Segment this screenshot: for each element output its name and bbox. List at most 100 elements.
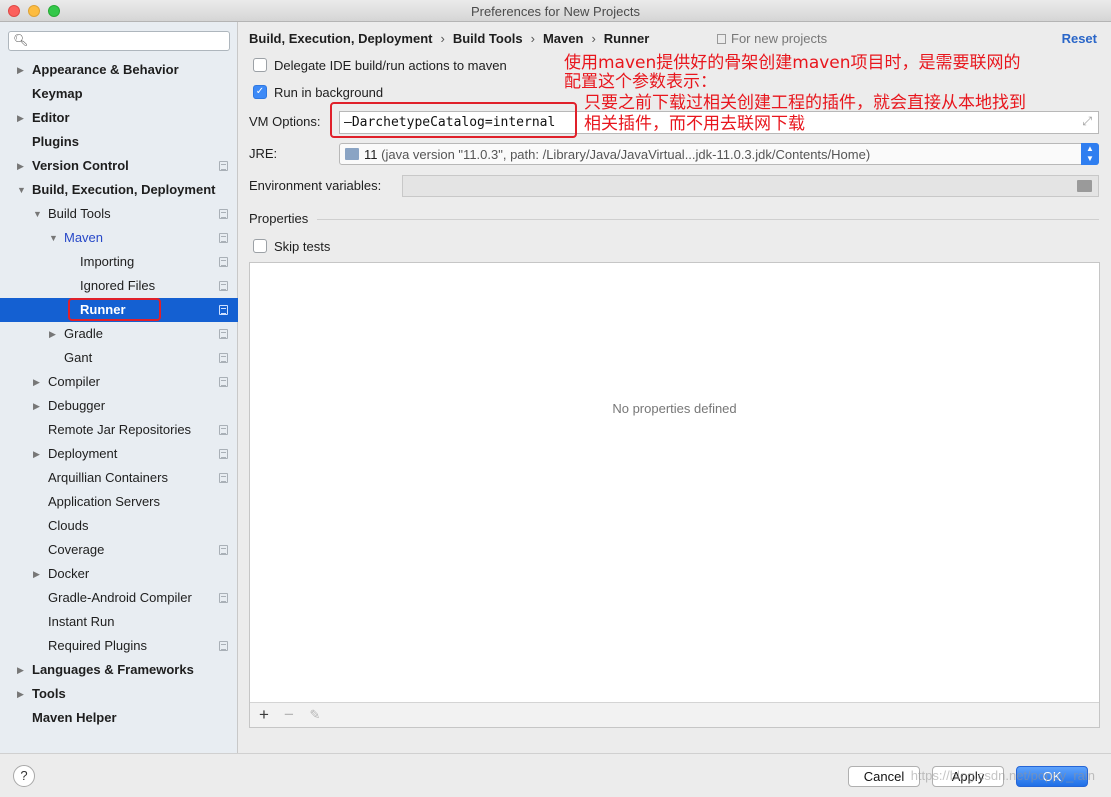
sidebar-item-arquillian-containers[interactable]: Arquillian Containers (0, 466, 238, 490)
project-scope-icon (219, 233, 228, 243)
sidebar-item-keymap[interactable]: Keymap (0, 82, 238, 106)
sidebar-item-label: Clouds (48, 518, 89, 533)
sidebar-item-gradle-android-compiler[interactable]: Gradle-Android Compiler (0, 586, 238, 610)
annotation-line-4: 相关插件，而不用去联网下载 (584, 114, 805, 134)
dropdown-arrows-icon[interactable]: ▲ ▼ (1081, 143, 1099, 165)
sidebar-item-instant-run[interactable]: Instant Run (0, 610, 238, 634)
sidebar-item-label: Tools (32, 686, 66, 701)
reset-link[interactable]: Reset (1062, 31, 1097, 46)
env-variables-field[interactable] (402, 175, 1099, 197)
sidebar-item-deployment[interactable]: ▶ Deployment (0, 442, 238, 466)
skip-tests-label[interactable]: Skip tests (274, 239, 330, 254)
expand-icon[interactable]: ⤢ (1082, 114, 1092, 129)
collapse-arrow-icon[interactable]: ▶ (17, 58, 24, 82)
sidebar-item-coverage[interactable]: Coverage (0, 538, 238, 562)
settings-search-input[interactable] (31, 33, 226, 49)
expand-arrow-icon[interactable]: ▼ (49, 226, 58, 250)
runner-highlight-box (68, 298, 161, 321)
settings-search-box[interactable]: 🔍︎ (8, 31, 230, 51)
sidebar-item-gradle[interactable]: ▶ Gradle (0, 322, 238, 346)
browse-folder-icon[interactable] (1077, 180, 1092, 192)
sidebar-item-label: Docker (48, 566, 90, 581)
collapse-arrow-icon[interactable]: ▶ (33, 370, 40, 394)
collapse-arrow-icon[interactable]: ▶ (17, 106, 24, 130)
project-scope-icon (219, 305, 228, 315)
properties-table[interactable]: No properties defined + − ✎ (249, 262, 1100, 728)
copy-icon (717, 34, 726, 44)
sidebar-item-label: Build, Execution, Deployment (32, 182, 216, 197)
collapse-arrow-icon[interactable]: ▶ (17, 658, 24, 682)
remove-property-button[interactable]: − (280, 705, 298, 725)
collapse-arrow-icon[interactable]: ▶ (17, 682, 24, 706)
env-variables-label: Environment variables: (249, 178, 382, 193)
sidebar-item-label: Importing (80, 254, 135, 269)
sidebar-item-docker[interactable]: ▶ Docker (0, 562, 238, 586)
sidebar-item-plugins[interactable]: Plugins (0, 130, 238, 154)
sidebar-item-maven[interactable]: ▼ Maven (0, 226, 238, 250)
properties-toolbar: + − ✎ (250, 702, 1099, 727)
breadcrumb-item[interactable]: Build Tools (453, 31, 523, 46)
settings-sidebar: 🔍︎ ▶ Appearance & Behavior Keymap ▶ Editor Pl… (0, 22, 238, 753)
sidebar-item-label: Remote Jar Repositories (48, 422, 192, 437)
collapse-arrow-icon[interactable]: ▶ (49, 322, 56, 346)
annotation-line-3: 只要之前下载过相关创建工程的插件，就会直接从本地找到 (584, 93, 1026, 113)
sidebar-item-label: Arquillian Containers (48, 470, 168, 485)
expand-arrow-icon[interactable]: ▼ (17, 178, 26, 202)
jre-select[interactable]: 11 (java version "11.0.3", path: /Librar… (339, 143, 1099, 165)
sidebar-item-version-control[interactable]: ▶ Version Control (0, 154, 238, 178)
help-button[interactable]: ? (13, 765, 35, 787)
sidebar-item-maven-helper[interactable]: Maven Helper (0, 706, 238, 730)
vm-options-label: VM Options: (249, 114, 321, 129)
edit-property-button[interactable]: ✎ (306, 705, 324, 725)
run-in-background-checkbox[interactable]: ✓ (253, 85, 267, 99)
empty-properties-text: No properties defined (612, 401, 737, 416)
sidebar-item-build-execution-deployment[interactable]: ▼ Build, Execution, Deployment (0, 178, 238, 202)
collapse-arrow-icon[interactable]: ▶ (33, 442, 40, 466)
add-property-button[interactable]: + (255, 705, 273, 725)
run-in-background-label[interactable]: Run in background (274, 85, 383, 100)
watermark: https://blog.csdn.net/poppy_rain (910, 768, 1095, 783)
collapse-arrow-icon[interactable]: ▶ (33, 394, 40, 418)
project-scope-icon (219, 209, 228, 219)
collapse-arrow-icon[interactable]: ▶ (33, 562, 40, 586)
project-scope-icon (219, 545, 228, 555)
expand-arrow-icon[interactable]: ▼ (33, 202, 42, 226)
sidebar-item-ignored-files[interactable]: Ignored Files (0, 274, 238, 298)
project-scope-icon (219, 353, 228, 363)
settings-tree: ▶ Appearance & Behavior Keymap ▶ Editor Plugi… (0, 58, 238, 730)
sidebar-item-tools[interactable]: ▶ Tools (0, 682, 238, 706)
sidebar-item-gant[interactable]: Gant (0, 346, 238, 370)
sidebar-item-label: Instant Run (48, 614, 115, 629)
cancel-button[interactable]: Cancel (848, 766, 920, 787)
collapse-arrow-icon[interactable]: ▶ (17, 154, 24, 178)
delegate-label[interactable]: Delegate IDE build/run actions to maven (274, 58, 507, 73)
sidebar-item-importing[interactable]: Importing (0, 250, 238, 274)
sidebar-item-remote-jar-repositories[interactable]: Remote Jar Repositories (0, 418, 238, 442)
annotation-line-1: 使用maven提供好的骨架创建maven项目时，是需要联网的 (564, 53, 1021, 73)
sidebar-item-appearance-behavior[interactable]: ▶ Appearance & Behavior (0, 58, 238, 82)
breadcrumb-item[interactable]: Maven (543, 31, 583, 46)
sidebar-item-label: Deployment (48, 446, 118, 461)
sidebar-item-label: Compiler (48, 374, 101, 389)
sidebar-item-label: Build Tools (48, 206, 111, 221)
breadcrumb-item[interactable]: Build, Execution, Deployment (249, 31, 432, 46)
project-scope-icon (219, 257, 228, 267)
skip-tests-checkbox[interactable] (253, 239, 267, 253)
sidebar-item-label: Gant (64, 350, 93, 365)
sidebar-item-compiler[interactable]: ▶ Compiler (0, 370, 238, 394)
scope-note-text: For new projects (731, 31, 828, 46)
sidebar-item-build-tools[interactable]: ▼ Build Tools (0, 202, 238, 226)
sidebar-item-editor[interactable]: ▶ Editor (0, 106, 238, 130)
project-scope-icon (219, 449, 228, 459)
sidebar-item-label: Maven Helper (32, 710, 117, 725)
sidebar-item-required-plugins[interactable]: Required Plugins (0, 634, 238, 658)
sidebar-item-label: Coverage (48, 542, 105, 557)
sidebar-item-runner[interactable]: Runner (0, 298, 238, 322)
jdk-folder-icon (345, 148, 359, 160)
properties-title: Properties (249, 211, 309, 226)
sidebar-item-application-servers[interactable]: Application Servers (0, 490, 238, 514)
sidebar-item-languages-frameworks[interactable]: ▶ Languages & Frameworks (0, 658, 238, 682)
sidebar-item-clouds[interactable]: Clouds (0, 514, 238, 538)
delegate-checkbox[interactable] (253, 58, 267, 72)
sidebar-item-debugger[interactable]: ▶ Debugger (0, 394, 238, 418)
